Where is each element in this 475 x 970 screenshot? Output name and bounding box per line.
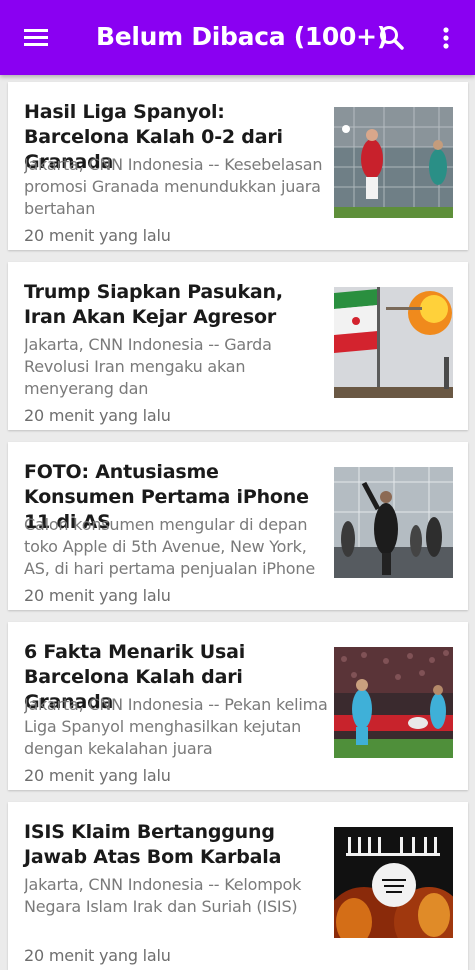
article-time: 20 menit yang lalu — [24, 946, 171, 965]
article-time: 20 menit yang lalu — [24, 586, 171, 605]
more-vertical-icon[interactable] — [436, 24, 456, 52]
article-time: 20 menit yang lalu — [24, 226, 171, 245]
article-thumbnail — [334, 467, 453, 578]
hamburger-menu-icon[interactable] — [22, 25, 50, 49]
article-thumbnail — [334, 107, 453, 218]
article-thumbnail — [334, 647, 453, 758]
app-bar: Belum Dibaca (100+) — [0, 0, 475, 75]
article-time: 20 menit yang lalu — [24, 766, 171, 785]
article-card[interactable]: Trump Siapkan Pasukan, Iran Akan Kejar A… — [8, 262, 468, 430]
article-card[interactable]: FOTO: Antusiasme Konsumen Pertama iPhone… — [8, 442, 468, 610]
article-summary: Jakarta, CNN Indonesia -- Garda Revolusi… — [24, 335, 272, 398]
article-thumbnail — [334, 827, 453, 938]
article-summary: Calon konsumen mengular di depan toko Ap… — [24, 515, 315, 578]
article-card[interactable]: Hasil Liga Spanyol: Barcelona Kalah 0-2 … — [8, 82, 468, 250]
article-time: 20 menit yang lalu — [24, 406, 171, 425]
page-title: Belum Dibaca (100+) — [96, 22, 388, 51]
article-card[interactable]: ISIS Klaim Bertanggung Jawab Atas Bom Ka… — [8, 802, 468, 970]
article-card[interactable]: 6 Fakta Menarik Usai Barcelona Kalah dar… — [8, 622, 468, 790]
article-headline: ISIS Klaim Bertanggung Jawab Atas Bom Ka… — [24, 821, 282, 868]
article-headline: Trump Siapkan Pasukan, Iran Akan Kejar A… — [24, 281, 283, 328]
article-summary: Jakarta, CNN Indonesia -- Pekan kelima L… — [24, 695, 328, 758]
article-summary: Jakarta, CNN Indonesia -- Kelompok Negar… — [24, 875, 302, 916]
article-thumbnail — [334, 287, 453, 398]
article-summary: Jakarta, CNN Indonesia -- Kesebelasan pr… — [24, 155, 323, 218]
search-icon[interactable] — [378, 24, 406, 52]
